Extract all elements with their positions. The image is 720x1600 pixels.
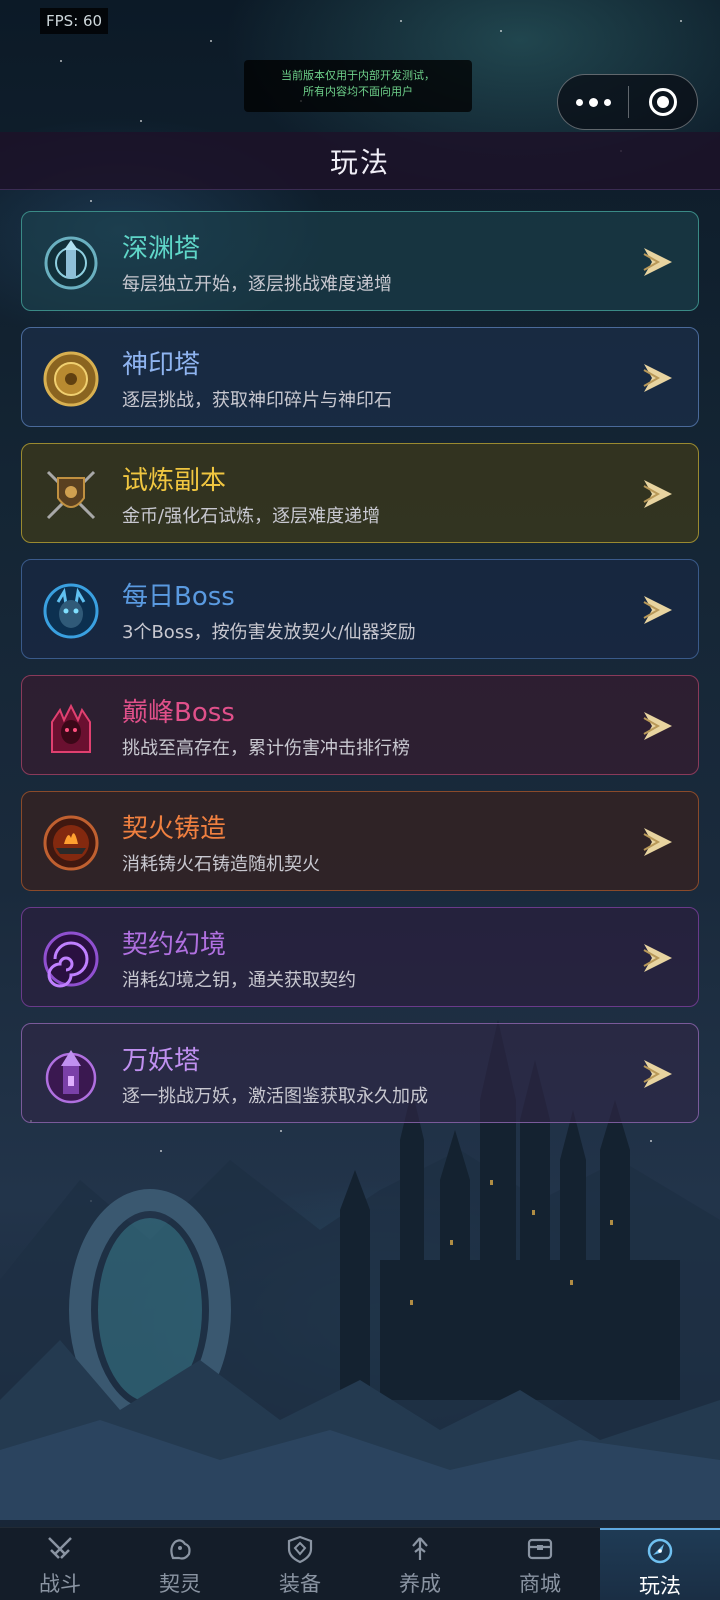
tab-spirits[interactable]: 契灵 [120, 1528, 240, 1600]
chevron-right-icon [643, 828, 672, 856]
chevron-right-icon [643, 712, 672, 740]
tab-label: 玩法 [639, 1574, 681, 1598]
mode-card-flame-forge[interactable]: 契火铸造 消耗铸火石铸造随机契火 [21, 791, 699, 891]
page-title: 玩法 [329, 145, 390, 179]
abyss-tower-emblem-icon [42, 234, 100, 292]
mode-title: 每日Boss [122, 582, 235, 612]
shield-icon [287, 1535, 313, 1564]
tab-gameplay[interactable]: 玩法 [600, 1528, 720, 1600]
tab-label: 契灵 [159, 1572, 201, 1596]
mode-card-daily-boss[interactable]: 每日Boss 3个Boss，按伤害发放契火/仙器奖励 [21, 559, 699, 659]
mode-card-peak-boss[interactable]: 巅峰Boss 挑战至高存在，累计伤害冲击排行榜 [21, 675, 699, 775]
chevron-right-icon [643, 944, 672, 972]
dev-notice-line-1: 当前版本仅用于内部开发测试， [281, 69, 435, 82]
tab-battle[interactable]: 战斗 [0, 1528, 120, 1600]
mode-title: 神印塔 [122, 350, 201, 380]
mode-card-seal-tower[interactable]: 神印塔 逐层挑战，获取神印碎片与神印石 [21, 327, 699, 427]
purple-vortex-portal-icon [42, 930, 100, 988]
mode-card-myriad-demon-tower[interactable]: 万妖塔 逐一挑战万妖，激活图鉴获取永久加成 [21, 1023, 699, 1123]
tab-label: 战斗 [39, 1572, 81, 1596]
mode-description: 金币/强化石试炼，逐层难度递增 [122, 506, 381, 527]
shop-chest-icon [527, 1538, 553, 1560]
crimson-demon-boss-icon [42, 698, 100, 756]
compass-icon [647, 1538, 673, 1564]
mode-title: 契约幻境 [122, 930, 227, 960]
chevron-right-icon [643, 1060, 672, 1088]
mode-title: 试炼副本 [122, 466, 227, 496]
close-button[interactable] [629, 88, 697, 116]
mode-title: 契火铸造 [122, 814, 227, 844]
target-circle-icon [649, 88, 677, 116]
bottom-tab-bar: 战斗 契灵 装备 养成 商城 玩法 [0, 1527, 720, 1600]
page-header: 玩法 [0, 132, 720, 190]
mode-title: 万妖塔 [122, 1046, 201, 1076]
forge-anvil-fire-icon [42, 814, 100, 872]
chevron-right-icon [643, 480, 672, 508]
mode-list: 深渊塔 每层独立开始，逐层挑战难度递增 神印塔 逐层挑战，获取神印碎片与神印石 … [21, 211, 699, 1139]
mode-title: 深渊塔 [122, 234, 201, 264]
chevron-right-icon [643, 596, 672, 624]
tab-equipment[interactable]: 装备 [240, 1528, 360, 1600]
violet-crystal-tower-icon [42, 1046, 100, 1104]
mode-description: 消耗铸火石铸造随机契火 [122, 854, 320, 875]
dev-notice-line-2: 所有内容均不面向用户 [303, 85, 413, 98]
chevron-right-icon [643, 364, 672, 392]
tab-label: 商城 [519, 1572, 561, 1596]
mode-title: 巅峰Boss [122, 698, 235, 728]
mode-description: 消耗幻境之钥，通关获取契约 [122, 970, 356, 991]
upgrade-arrows-icon [412, 1537, 428, 1560]
golden-seal-medallion-icon [42, 350, 100, 408]
mode-card-trial-dungeon[interactable]: 试炼副本 金币/强化石试炼，逐层难度递增 [21, 443, 699, 543]
crossed-swords-icon [48, 1537, 72, 1559]
mode-card-pact-illusion[interactable]: 契约幻境 消耗幻境之钥，通关获取契约 [21, 907, 699, 1007]
miniprogram-capsule [557, 74, 698, 130]
fps-counter: FPS: 60 [40, 8, 109, 34]
mode-card-abyss-tower[interactable]: 深渊塔 每层独立开始，逐层挑战难度递增 [21, 211, 699, 311]
mode-description: 逐一挑战万妖，激活图鉴获取永久加成 [122, 1086, 428, 1107]
tab-cultivation[interactable]: 养成 [360, 1528, 480, 1600]
spirit-beast-icon [170, 1539, 191, 1560]
crossed-swords-shield-icon [42, 466, 100, 524]
mode-description: 每层独立开始，逐层挑战难度递增 [122, 274, 392, 295]
mode-description: 3个Boss，按伤害发放契火/仙器奖励 [122, 622, 416, 643]
chevron-right-icon [643, 248, 672, 276]
mode-description: 逐层挑战，获取神印碎片与神印石 [122, 390, 392, 411]
mode-description: 挑战至高存在，累计伤害冲击排行榜 [122, 738, 410, 759]
tab-label: 装备 [279, 1572, 321, 1596]
tab-label: 养成 [399, 1572, 441, 1596]
tab-shop[interactable]: 商城 [480, 1528, 600, 1600]
more-dots-icon[interactable] [558, 75, 628, 129]
dev-notice: 当前版本仅用于内部开发测试， 所有内容均不面向用户 [244, 60, 472, 112]
blue-demon-boss-icon [42, 582, 100, 640]
